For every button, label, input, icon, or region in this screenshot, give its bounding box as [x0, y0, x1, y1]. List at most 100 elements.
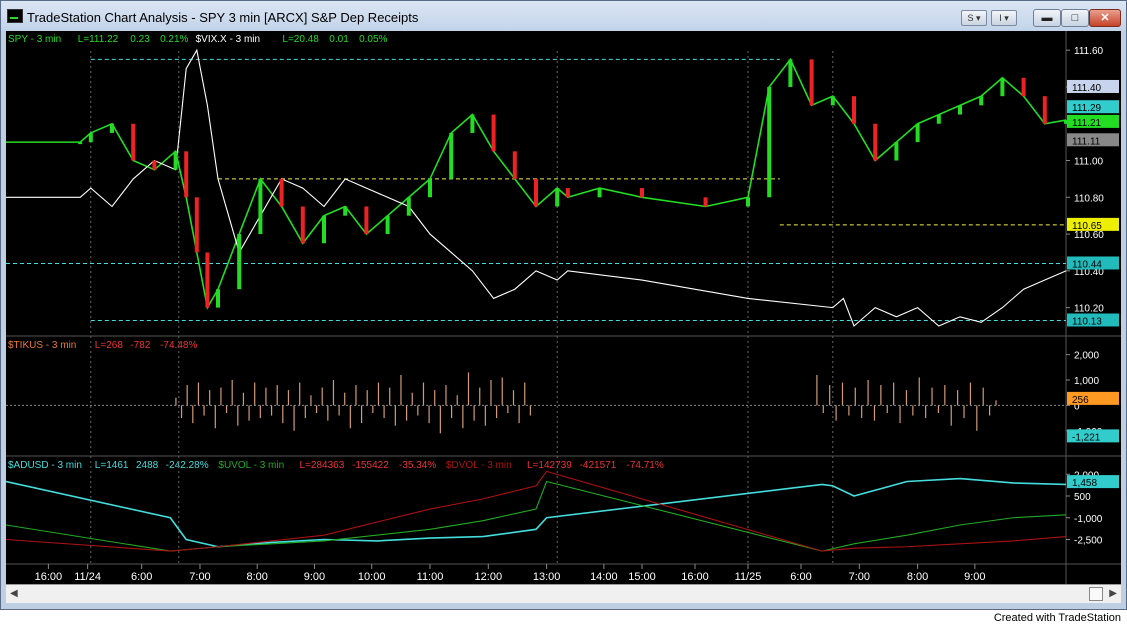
- credit-text: Created with TradeStation: [993, 612, 1121, 624]
- legend-item-0-1: L=111.22: [78, 34, 119, 45]
- price-candle-24: [512, 151, 517, 179]
- price-candle-3: [110, 123, 114, 133]
- horizontal-scrollbar[interactable]: ◀ ▶: [6, 584, 1121, 603]
- y-tick-label-0-3: 111.00: [1074, 157, 1104, 168]
- price-candle-19: [406, 197, 411, 216]
- maximize-button[interactable]: □: [1061, 9, 1089, 27]
- indicator-dropdown-button[interactable]: I ▾: [991, 10, 1017, 26]
- price-candle-6: [173, 151, 178, 170]
- legend-item-1-2: -782: [130, 340, 150, 351]
- price-candle-9: [205, 252, 210, 308]
- price-candle-25: [534, 178, 538, 207]
- price-candle-32: [767, 86, 772, 198]
- price-candle-31: [746, 197, 750, 207]
- price-candle-29: [640, 188, 644, 198]
- price-candle-20: [428, 178, 432, 198]
- price-candle-42: [979, 96, 984, 106]
- price-candle-28: [597, 188, 602, 198]
- y-marker-label-0-0: 111.40: [1072, 83, 1102, 94]
- price-candle-35: [830, 96, 835, 106]
- price-candle-16: [343, 206, 348, 216]
- legend-item-1-0: $TIKUS - 3 min: [8, 340, 76, 351]
- y-tick-label-2-2: -1,000: [1074, 514, 1103, 525]
- y-marker-label-0-1: 111.29: [1072, 103, 1102, 114]
- scroll-right-icon[interactable]: ▶: [1109, 588, 1117, 599]
- window-title: TradeStation Chart Analysis - SPY 3 min …: [27, 10, 419, 25]
- x-tick-label-6: 10:00: [358, 571, 386, 583]
- x-tick-label-5: 9:00: [304, 571, 325, 583]
- price-candle-44: [1021, 77, 1026, 97]
- y-tick-label-2-1: 500: [1074, 492, 1091, 503]
- minimize-button[interactable]: ▬: [1033, 9, 1061, 27]
- price-candle-15: [322, 215, 326, 244]
- price-candle-22: [470, 114, 475, 133]
- minimize-icon: ▬: [1041, 12, 1053, 24]
- price-candle-43: [1000, 77, 1005, 97]
- x-tick-label-16: 8:00: [907, 571, 928, 583]
- close-button[interactable]: ✕: [1089, 9, 1121, 27]
- legend-item-1-1: L=268: [95, 340, 124, 351]
- close-icon: ✕: [1100, 12, 1110, 24]
- x-tick-label-15: 7:00: [849, 571, 870, 583]
- chart-area[interactable]: SPY - 3 min L=111.22 0.23 0.21% $VIX.X - 3 m…: [5, 31, 1121, 584]
- scroll-left-icon[interactable]: ◀: [10, 588, 18, 599]
- price-candle-46: [1064, 120, 1068, 124]
- series-line-2-0: [5, 477, 1067, 548]
- y-marker-label-1-0: 256: [1072, 395, 1089, 406]
- price-candle-40: [936, 114, 941, 124]
- legend-item-2-8: $DVOL - 3 min: [446, 460, 512, 471]
- legend-item-2-9: L=142739: [527, 460, 572, 471]
- price-candle-39: [915, 123, 920, 143]
- y-marker-label-0-6: 110.13: [1072, 316, 1102, 327]
- chart-window: TradeStation Chart Analysis - SPY 3 min …: [0, 0, 1127, 610]
- legend-item-2-3: -242.28%: [166, 460, 209, 471]
- legend-item-2-4: $UVOL - 3 min: [218, 460, 284, 471]
- price-candle-10: [216, 289, 220, 308]
- chart-svg[interactable]: SPY - 3 min L=111.22 0.23 0.21% $VIX.X - 3 m…: [5, 31, 1121, 584]
- price-candle-2: [88, 132, 93, 143]
- legend-item-0-5: L=20.48: [282, 34, 319, 45]
- x-tick-label-9: 13:00: [533, 571, 561, 583]
- y-marker-label-0-4: 110.65: [1072, 221, 1102, 232]
- y-marker-label-1-1: -1,221: [1072, 432, 1101, 443]
- price-candle-27: [565, 188, 570, 198]
- y-tick-label-2-3: -2,500: [1074, 536, 1103, 547]
- x-tick-label-2: 6:00: [131, 571, 152, 583]
- x-tick-label-12: 16:00: [681, 571, 709, 583]
- legend-item-0-3: 0.21%: [160, 34, 188, 45]
- y-tick-label-0-4: 110.80: [1074, 193, 1104, 204]
- price-candle-21: [449, 132, 454, 179]
- price-candle-37: [873, 123, 878, 161]
- legend-item-0-0: SPY - 3 min: [8, 34, 61, 45]
- price-candle-5: [152, 160, 157, 170]
- scroll-thumb[interactable]: [1089, 587, 1103, 601]
- y-tick-label-0-0: 111.60: [1074, 46, 1104, 57]
- style-dropdown-button[interactable]: S ▾: [961, 10, 987, 26]
- price-candle-33: [788, 59, 793, 87]
- y-marker-label-2-0: 1,458: [1072, 478, 1097, 489]
- legend-item-2-7: -35.34%: [399, 460, 436, 471]
- maximize-icon: □: [1071, 12, 1079, 24]
- price-candle-30: [703, 197, 708, 207]
- legend-item-2-10: -421571: [580, 460, 617, 471]
- y-marker-label-0-2: 111.21: [1072, 118, 1102, 129]
- y-tick-label-1-1: 1,000: [1074, 376, 1099, 387]
- legend-item-2-5: L=284363: [300, 460, 345, 471]
- price-candle-4: [131, 123, 136, 161]
- legend-item-0-4: $VIX.X - 3 min: [196, 34, 260, 45]
- price-candle-1: [78, 142, 83, 145]
- x-tick-label-8: 12:00: [475, 571, 503, 583]
- legend-item-0-2: 0.23: [130, 34, 150, 45]
- legend-item-2-11: -74.71%: [627, 460, 664, 471]
- price-candle-7: [184, 151, 189, 198]
- y-marker-label-0-5: 110.44: [1072, 259, 1102, 270]
- x-tick-label-10: 14:00: [590, 571, 618, 583]
- legend-item-2-0: $ADUSD - 3 min: [8, 460, 82, 471]
- price-candle-41: [958, 105, 962, 115]
- x-tick-label-11: 15:00: [628, 571, 656, 583]
- legend-item-0-6: 0.01: [329, 34, 349, 45]
- price-candle-45: [1042, 96, 1047, 124]
- price-candle-34: [809, 59, 814, 106]
- price-candle-8: [194, 197, 199, 253]
- title-bar[interactable]: TradeStation Chart Analysis - SPY 3 min …: [1, 1, 1126, 31]
